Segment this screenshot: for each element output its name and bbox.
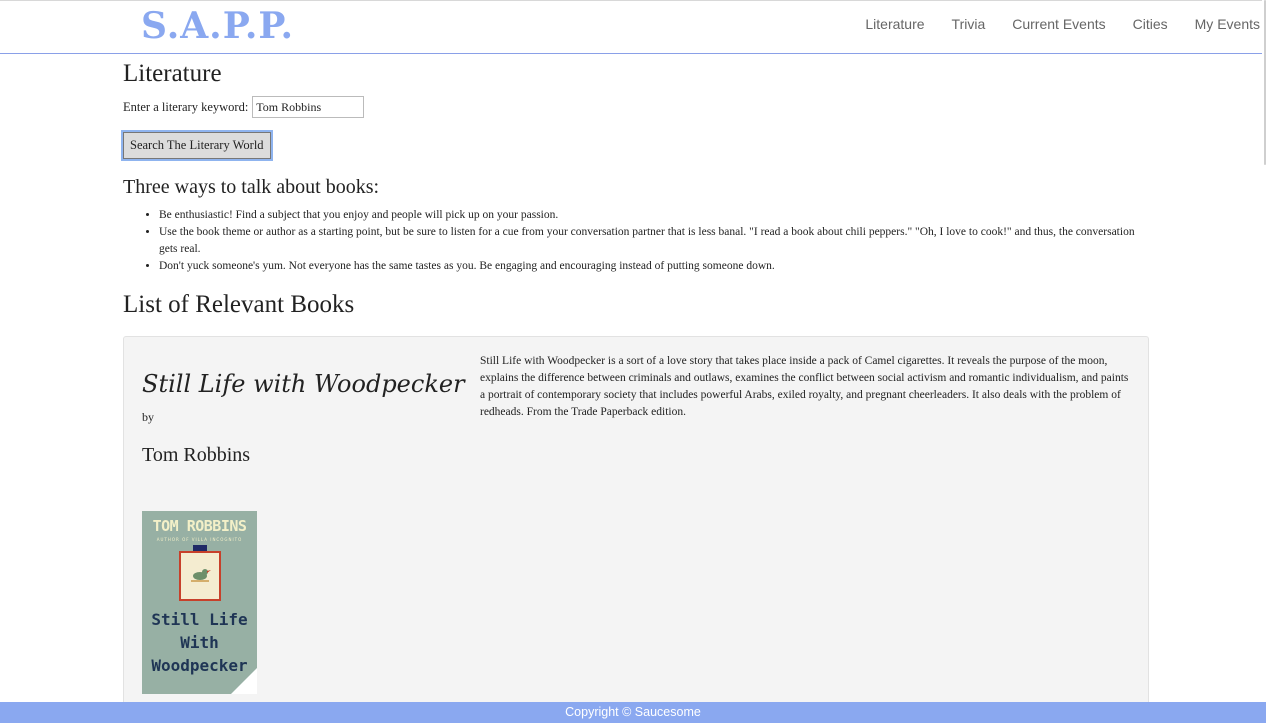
book-description: Still Life with Woodpecker is a sort of … <box>480 355 1129 418</box>
search-row: Enter a literary keyword: <box>123 96 1153 118</box>
main-content: Literature Enter a literary keyword: Sea… <box>121 60 1153 319</box>
search-button[interactable]: Search The Literary World <box>121 130 273 161</box>
tip-item: Don't yuck someone's yum. Not everyone h… <box>159 258 1153 275</box>
cover-title-line: Still Life <box>151 610 248 629</box>
books-heading: List of Relevant Books <box>123 291 355 318</box>
search-label: Enter a literary keyword: <box>123 99 249 114</box>
cover-subtitle-text: AUTHOR OF VILLA INCOGNITO <box>156 537 243 542</box>
cover-author-text: TOM ROBBINS <box>152 517 247 535</box>
tip-item: Be enthusiastic! Find a subject that you… <box>159 207 1153 224</box>
search-input[interactable] <box>252 96 365 118</box>
tips-heading: Three ways to talk about books: <box>123 176 380 198</box>
book-card: Still Life with Woodpecker by Tom Robbin… <box>123 336 1149 716</box>
navbar: S.A.P.P. Literature Trivia Current Event… <box>0 0 1266 54</box>
brand-logo[interactable]: S.A.P.P. <box>141 5 294 47</box>
page-curl-icon <box>231 668 257 694</box>
book-author: Tom Robbins <box>142 444 251 466</box>
tip-item: Use the book theme or author as a starti… <box>159 224 1153 258</box>
book-cover-image[interactable]: TOM ROBBINS AUTHOR OF VILLA INCOGNITO St… <box>142 511 257 694</box>
page-title: Literature <box>123 60 222 87</box>
book-title: Still Life with Woodpecker <box>142 370 465 398</box>
footer: Copyright © Saucesome <box>0 702 1266 723</box>
nav-links: Literature Trivia Current Events Cities … <box>838 16 1260 32</box>
cigarette-pack-icon <box>179 545 221 601</box>
nav-link-current-events[interactable]: Current Events <box>1012 16 1105 32</box>
book-by-label: by <box>142 410 154 424</box>
nav-link-trivia[interactable]: Trivia <box>952 16 986 32</box>
tips-list: Be enthusiastic! Find a subject that you… <box>123 207 1153 275</box>
cover-title-line: With <box>180 633 219 652</box>
nav-link-my-events[interactable]: My Events <box>1195 16 1260 32</box>
nav-link-literature[interactable]: Literature <box>865 16 924 32</box>
cover-title-text: Still Life With Woodpecker <box>142 608 257 677</box>
nav-link-cities[interactable]: Cities <box>1133 16 1168 32</box>
woodpecker-icon <box>191 569 211 582</box>
